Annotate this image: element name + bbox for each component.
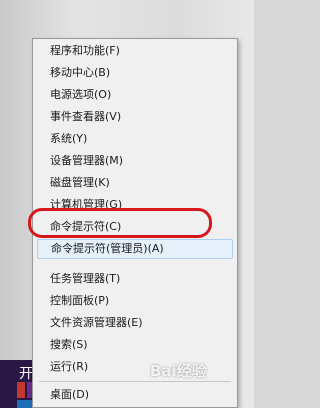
menu-item-command-prompt-admin[interactable]: 命令提示符(管理员)(A) <box>37 239 233 259</box>
winx-context-menu: 程序和功能(F) 移动中心(B) 电源选项(O) 事件查看器(V) 系统(Y) … <box>32 38 238 408</box>
menu-item-desktop[interactable]: 桌面(D) <box>37 385 233 405</box>
menu-item-search[interactable]: 搜索(S) <box>37 335 233 355</box>
menu-item-programs-features[interactable]: 程序和功能(F) <box>37 41 233 61</box>
menu-item-file-explorer[interactable]: 文件资源管理器(E) <box>37 313 233 333</box>
menu-item-control-panel[interactable]: 控制面板(P) <box>37 291 233 311</box>
menu-item-power-options[interactable]: 电源选项(O) <box>37 85 233 105</box>
watermark-logo: Bai经验 <box>150 362 207 380</box>
menu-separator <box>39 381 231 382</box>
menu-item-system[interactable]: 系统(Y) <box>37 129 233 149</box>
menu-item-computer-management[interactable]: 计算机管理(G) <box>37 195 233 215</box>
menu-item-task-manager[interactable]: 任务管理器(T) <box>37 269 233 289</box>
menu-item-mobility-center[interactable]: 移动中心(B) <box>37 63 233 83</box>
menu-item-command-prompt[interactable]: 命令提示符(C) <box>37 217 233 237</box>
menu-item-device-manager[interactable]: 设备管理器(M) <box>37 151 233 171</box>
menu-item-event-viewer[interactable]: 事件查看器(V) <box>37 107 233 127</box>
menu-item-disk-management[interactable]: 磁盘管理(K) <box>37 173 233 193</box>
start-button-label[interactable]: 开 <box>19 366 33 382</box>
start-tile-red <box>17 382 25 398</box>
